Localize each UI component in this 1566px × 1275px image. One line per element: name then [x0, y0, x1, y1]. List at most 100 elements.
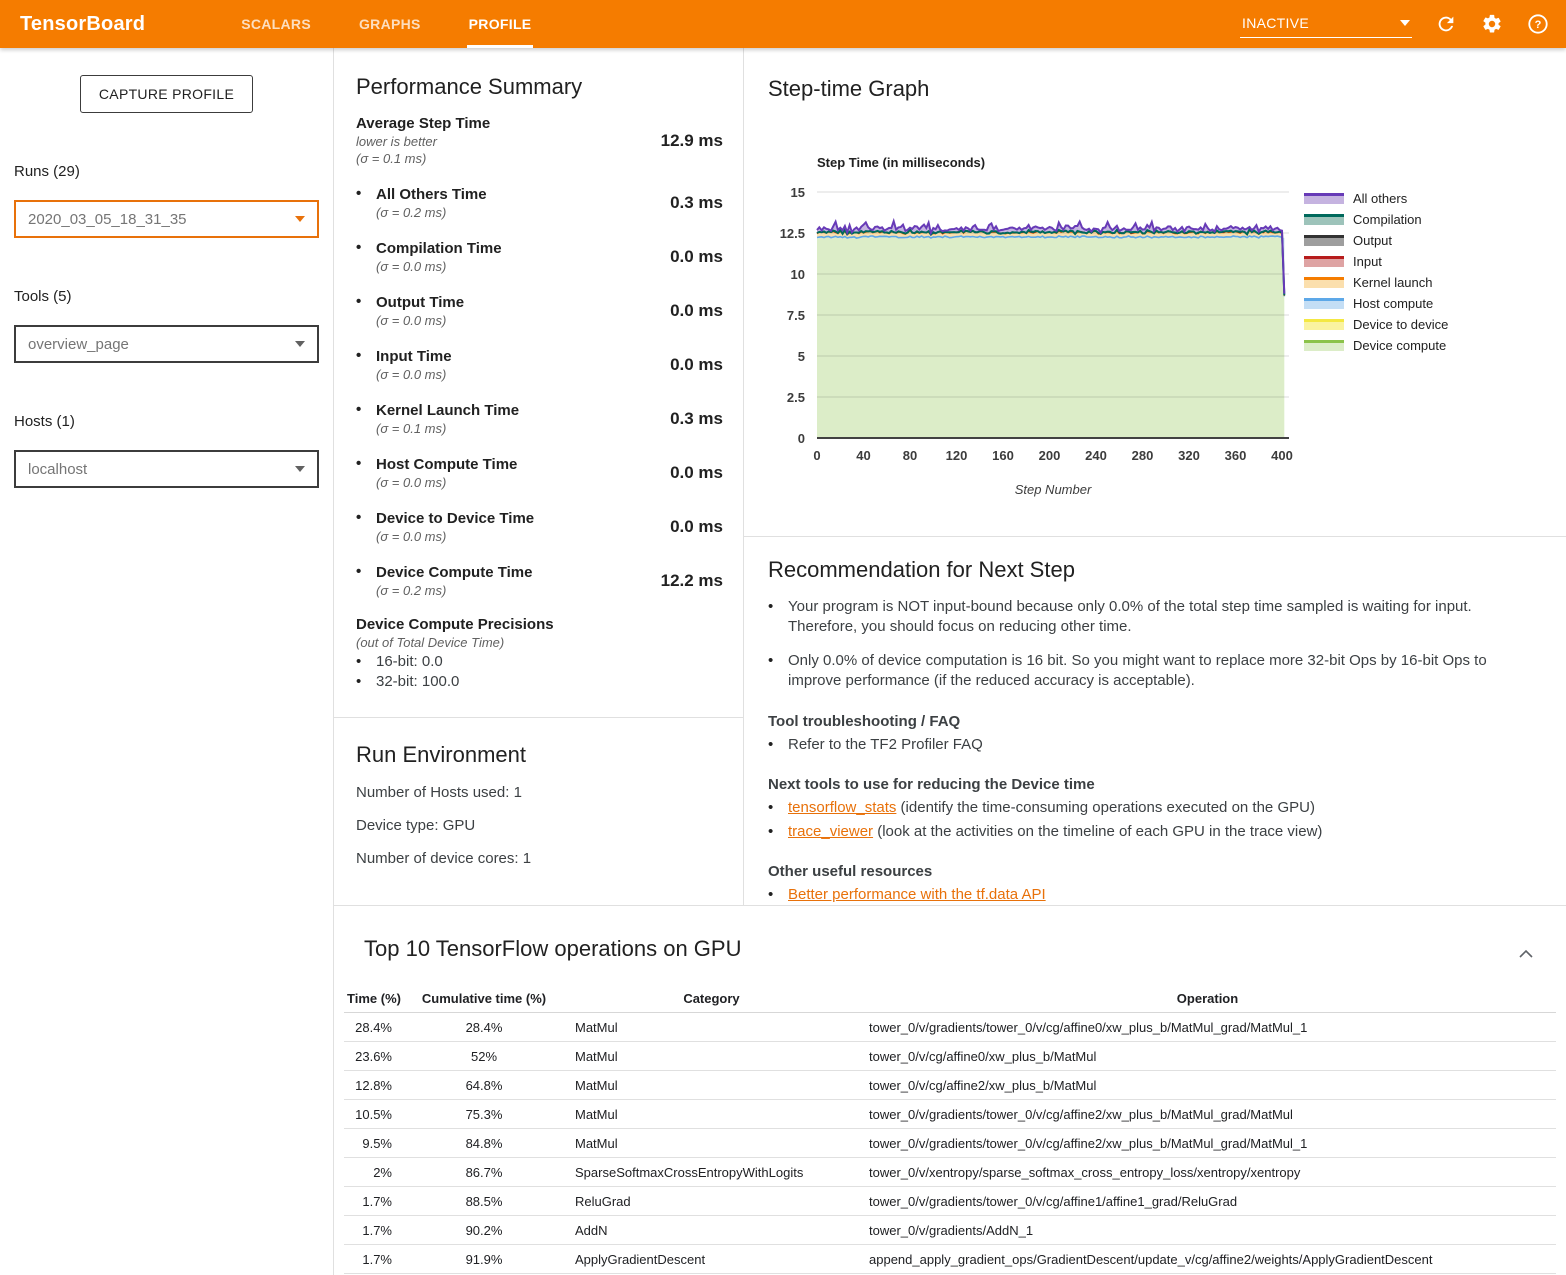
legend-item: Device to device [1304, 314, 1448, 335]
recommendation-bullet: •Only 0.0% of device computation is 16 b… [768, 651, 1536, 691]
performance-item-text: Output Time(σ = 0.0 ms) [376, 293, 464, 329]
performance-item-value: 0.0 ms [670, 517, 723, 537]
table-cell: 1.7% [344, 1252, 404, 1267]
average-step-time-label: Average Step Time [356, 114, 490, 133]
table-cell: 88.5% [404, 1194, 564, 1209]
performance-item: •Device to Device Time(σ = 0.0 ms)0.0 ms [356, 509, 723, 545]
performance-item: •Compilation Time(σ = 0.0 ms)0.0 ms [356, 239, 723, 275]
table-cell: 10.5% [344, 1107, 404, 1122]
table-row: 1.7%90.2%AddNtower_0/v/gradients/AddN_1 [344, 1216, 1556, 1245]
column-header: Cumulative time (%) [404, 991, 564, 1006]
performance-item-sigma: (σ = 0.0 ms) [376, 474, 517, 491]
performance-item-label: Input Time [376, 347, 452, 366]
app-header: TensorBoard SCALARS GRAPHS PROFILE INACT… [0, 0, 1566, 48]
bullet-icon: • [768, 651, 788, 691]
average-step-time-note: lower is better [356, 133, 490, 150]
table-cell: 28.4% [344, 1020, 404, 1035]
performance-item-label-block: •Compilation Time(σ = 0.0 ms) [356, 239, 502, 275]
legend-swatch-icon [1304, 193, 1344, 204]
performance-item: •Device Compute Time(σ = 0.2 ms)12.2 ms [356, 563, 723, 599]
status-dropdown-value: INACTIVE [1242, 15, 1309, 31]
tab-scalars[interactable]: SCALARS [217, 0, 335, 48]
table-row: 10.5%75.3%MatMultower_0/v/gradients/towe… [344, 1100, 1556, 1129]
bullet-icon: • [356, 347, 376, 383]
bullet-icon: • [356, 652, 376, 672]
tensorflow-stats-link[interactable]: tensorflow_stats [788, 799, 896, 816]
svg-text:80: 80 [903, 448, 917, 463]
settings-gear-icon[interactable] [1480, 12, 1504, 36]
table-cell: 91.9% [404, 1252, 564, 1267]
svg-text:0: 0 [798, 431, 805, 446]
table-cell: 86.7% [404, 1165, 564, 1180]
performance-item-text: Kernel Launch Time(σ = 0.1 ms) [376, 401, 519, 437]
performance-item: •All Others Time(σ = 0.2 ms)0.3 ms [356, 185, 723, 221]
tab-graphs[interactable]: GRAPHS [335, 0, 445, 48]
column-header: Time (%) [344, 991, 404, 1006]
table-cell: 2% [344, 1165, 404, 1180]
table-cell: ReluGrad [564, 1194, 859, 1209]
hosts-label: Hosts (1) [14, 413, 319, 430]
table-row: 28.4%28.4%MatMultower_0/v/gradients/towe… [344, 1013, 1556, 1042]
performance-item-label: Device to Device Time [376, 509, 534, 528]
table-cell: SparseSoftmaxCrossEntropyWithLogits [564, 1165, 859, 1180]
performance-item-sigma: (σ = 0.2 ms) [376, 204, 487, 221]
svg-text:120: 120 [946, 448, 968, 463]
legend-fill [1304, 343, 1344, 351]
chevron-down-icon [295, 341, 305, 347]
legend-fill [1304, 217, 1344, 225]
tools-label: Tools (5) [14, 288, 319, 305]
table-row: 1.7%88.5%ReluGradtower_0/v/gradients/tow… [344, 1187, 1556, 1216]
trace-viewer-link[interactable]: trace_viewer [788, 823, 873, 840]
legend-label: Kernel launch [1353, 275, 1433, 290]
precision-item: •16-bit: 0.0 [356, 652, 723, 672]
table-cell: tower_0/v/cg/affine2/xw_plus_b/MatMul [859, 1078, 1556, 1093]
legend-fill [1304, 196, 1344, 204]
hosts-dropdown[interactable]: localhost [14, 450, 319, 488]
performance-item-text: Input Time(σ = 0.0 ms) [376, 347, 452, 383]
tfdata-api-link[interactable]: Better performance with the tf.data API [788, 885, 1046, 904]
performance-item-label-block: •Device Compute Time(σ = 0.2 ms) [356, 563, 532, 599]
help-icon[interactable]: ? [1526, 12, 1550, 36]
table-cell: 9.5% [344, 1136, 404, 1151]
legend-swatch-icon [1304, 319, 1344, 330]
app-title: TensorBoard [20, 13, 145, 36]
recommendation-bullets: •Your program is NOT input-bound because… [768, 597, 1536, 691]
run-environment-line: Number of Hosts used: 1 [356, 784, 723, 801]
svg-text:12.5: 12.5 [780, 226, 805, 241]
right-column: Step-time Graph Step Time (in millisecon… [744, 48, 1566, 905]
performance-item-label: All Others Time [376, 185, 487, 204]
collapse-chevron-up-icon[interactable] [1518, 946, 1534, 964]
svg-text:160: 160 [992, 448, 1014, 463]
bullet-icon: • [768, 885, 788, 904]
table-cell: tower_0/v/gradients/tower_0/v/cg/affine0… [859, 1020, 1556, 1035]
runs-dropdown[interactable]: 2020_03_05_18_31_35 [14, 200, 319, 238]
capture-profile-button[interactable]: CAPTURE PROFILE [80, 75, 253, 113]
tools-dropdown[interactable]: overview_page [14, 325, 319, 363]
nav-tabs: SCALARS GRAPHS PROFILE [217, 0, 555, 48]
performance-item: •Host Compute Time(σ = 0.0 ms)0.0 ms [356, 455, 723, 491]
average-step-time-value: 12.9 ms [661, 131, 723, 151]
performance-summary-section: Performance Summary Average Step Time lo… [334, 48, 743, 718]
legend-fill [1304, 301, 1344, 309]
status-dropdown[interactable]: INACTIVE [1240, 11, 1412, 38]
performance-summary-title: Performance Summary [356, 74, 723, 100]
legend-label: All others [1353, 191, 1407, 206]
main-area: Performance Summary Average Step Time lo… [334, 48, 1566, 1275]
recommendation-title: Recommendation for Next Step [768, 557, 1536, 583]
performance-item-value: 0.3 ms [670, 409, 723, 429]
chevron-down-icon [295, 466, 305, 472]
step-time-graph-section: Step-time Graph Step Time (in millisecon… [744, 48, 1566, 537]
table-cell: tower_0/v/xentropy/sparse_softmax_cross_… [859, 1165, 1556, 1180]
legend-item: Compilation [1304, 209, 1448, 230]
bullet-icon: • [356, 239, 376, 275]
legend-item: Output [1304, 230, 1448, 251]
tab-profile[interactable]: PROFILE [445, 0, 556, 48]
legend-fill [1304, 238, 1344, 246]
sidebar: CAPTURE PROFILE Runs (29) 2020_03_05_18_… [0, 48, 334, 1275]
table-cell: tower_0/v/gradients/AddN_1 [859, 1223, 1556, 1238]
recommendation-section: Recommendation for Next Step •Your progr… [744, 537, 1566, 904]
step-time-graph-title: Step-time Graph [768, 76, 929, 102]
refresh-icon[interactable] [1434, 12, 1458, 36]
bullet-icon: • [356, 672, 376, 692]
table-cell: 12.8% [344, 1078, 404, 1093]
